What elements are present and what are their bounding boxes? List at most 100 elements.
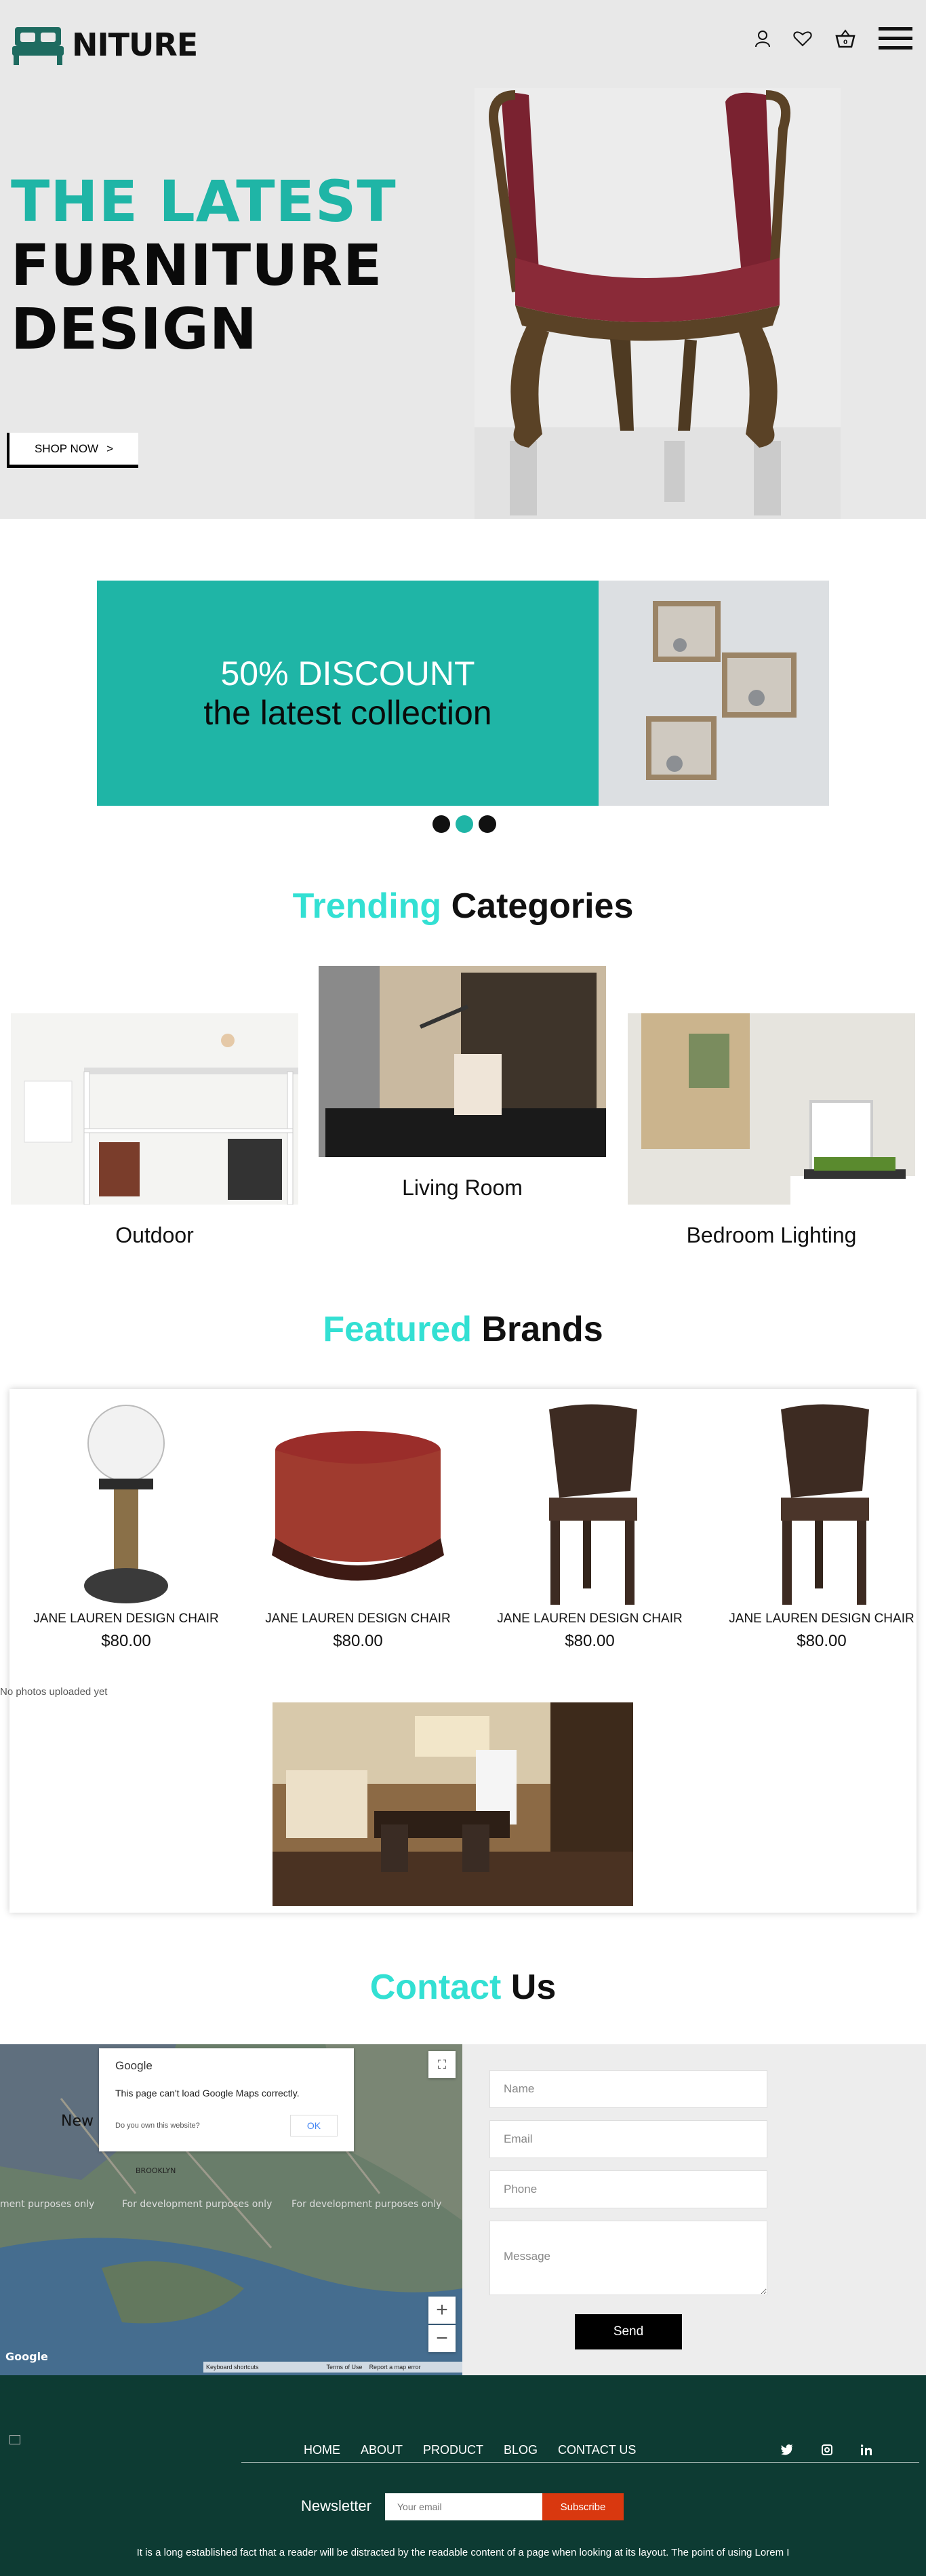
footer-nav-home[interactable]: HOME (304, 2443, 340, 2457)
no-photos-text: No photos uploaded yet (0, 1686, 108, 1698)
linkedin-icon[interactable] (861, 2444, 872, 2455)
product-price: $80.00 (101, 1632, 151, 1650)
hero-section: NITURE 0 THE LATEST FURNITURE DESIGN SHO… (0, 0, 926, 519)
shop-now-label: SHOP NOW (34, 442, 99, 455)
category-image-outdoor (11, 1013, 302, 1205)
map-error-dialog: Google This page can't load Google Maps … (99, 2048, 354, 2151)
map-ok-button[interactable]: OK (290, 2115, 338, 2136)
product-image (24, 1403, 228, 1606)
globe-lamp-image (84, 1405, 168, 1603)
twitter-icon[interactable] (781, 2444, 793, 2455)
bed-icon (12, 27, 64, 65)
phone-field[interactable] (489, 2170, 767, 2208)
footer-nav-contact[interactable]: CONTACT US (558, 2443, 636, 2457)
footer: HOME ABOUT PRODUCT BLOG CONTACT US Newsl… (0, 2375, 926, 2576)
logo[interactable]: NITURE (12, 23, 198, 66)
newsletter-email-input[interactable] (385, 2493, 542, 2520)
featured-heading-accent: Featured (323, 1310, 472, 1349)
wooden-chair-image (781, 1404, 869, 1605)
user-icon[interactable] (755, 30, 770, 47)
svg-text:Google: Google (5, 2350, 48, 2363)
own-website-link[interactable]: Do you own this website? (115, 2122, 200, 2130)
fullscreen-icon[interactable]: ⛶ (428, 2051, 456, 2078)
carousel-dots (432, 815, 496, 833)
menu-icon[interactable] (879, 27, 912, 50)
product-image (256, 1403, 460, 1606)
wall-shelves-image (599, 581, 829, 806)
product-name: JANE LAUREN DESIGN CHAIR (729, 1612, 914, 1626)
product-price: $80.00 (565, 1632, 615, 1650)
svg-text:ment purposes only: ment purposes only (0, 2199, 94, 2210)
send-button[interactable]: Send (575, 2314, 682, 2349)
footer-nav-about[interactable]: ABOUT (361, 2443, 403, 2457)
email-field[interactable] (489, 2120, 767, 2158)
hero-title-line1: THE LATEST (11, 168, 397, 235)
name-field[interactable] (489, 2070, 767, 2108)
terms-link[interactable]: Terms of Use (327, 2364, 363, 2370)
zoom-out-button[interactable]: − (428, 2325, 456, 2352)
carousel-dot[interactable] (432, 815, 450, 833)
category-card-living-room[interactable]: Living Room (319, 966, 606, 1201)
category-label: Bedroom Lighting (686, 1223, 857, 1247)
category-label: Living Room (402, 1175, 523, 1200)
contact-heading-accent: Contact (369, 1968, 502, 2007)
map-footer: Keyboard shortcuts Terms of Use Report a… (203, 2362, 462, 2373)
trending-heading-rest: Categories (451, 886, 634, 926)
contact-heading-rest: Us (510, 1968, 557, 2007)
carousel-dot[interactable] (479, 815, 496, 833)
trending-heading-accent: Trending (292, 886, 442, 926)
footer-nav-product[interactable]: PRODUCT (423, 2443, 483, 2457)
message-field[interactable] (489, 2221, 767, 2295)
product-image (488, 1403, 691, 1606)
report-map-error-link[interactable]: Report a map error (369, 2364, 421, 2370)
discount-banner[interactable]: 50% DISCOUNT the latest collection (97, 581, 829, 806)
product-card[interactable]: JANE LAUREN DESIGN CHAIR $80.00 (488, 1403, 691, 1651)
discount-headline: 50% DISCOUNT (220, 655, 475, 692)
product-name: JANE LAUREN DESIGN CHAIR (33, 1612, 219, 1626)
map-error-message: This page can't load Google Maps correct… (115, 2088, 300, 2099)
product-price: $80.00 (797, 1632, 847, 1650)
broken-image-icon (9, 2435, 20, 2444)
product-name: JANE LAUREN DESIGN CHAIR (265, 1612, 451, 1626)
heart-icon[interactable] (793, 31, 812, 47)
product-image (720, 1403, 923, 1606)
header-icons: 0 (755, 27, 912, 50)
cart-icon[interactable]: 0 (835, 29, 855, 48)
svg-text:0: 0 (843, 39, 847, 46)
footer-nav-blog[interactable]: BLOG (504, 2443, 538, 2457)
shop-now-button[interactable]: SHOP NOW > (7, 433, 138, 468)
product-name: JANE LAUREN DESIGN CHAIR (497, 1612, 683, 1626)
contact-heading: Contact Us (0, 1967, 926, 2008)
product-price: $80.00 (333, 1632, 383, 1650)
map-dev-text: For development purposes only (122, 2199, 272, 2210)
category-image-bedroom-lighting (628, 1013, 915, 1205)
svg-text:New: New (61, 2113, 94, 2130)
product-card[interactable]: JANE LAUREN DESIGN CHAIR $80.00 (24, 1403, 228, 1651)
discount-subline: the latest collection (203, 694, 492, 732)
category-label: Outdoor (115, 1223, 194, 1247)
instagram-icon[interactable] (822, 2444, 832, 2455)
category-card-outdoor[interactable]: Outdoor (11, 1013, 302, 1248)
logo-text: NITURE (72, 26, 198, 63)
wooden-chair-image (549, 1404, 637, 1605)
product-card[interactable]: JANE LAUREN DESIGN CHAIR $80.00 (720, 1403, 923, 1651)
keyboard-shortcuts-link[interactable]: Keyboard shortcuts (206, 2364, 259, 2370)
product-card[interactable]: JANE LAUREN DESIGN CHAIR $80.00 (256, 1403, 460, 1651)
footer-divider (241, 2462, 919, 2463)
featured-heading-rest: Brands (481, 1310, 603, 1349)
trending-heading: Trending Categories (0, 886, 926, 926)
newsletter-label: Newsletter (301, 2497, 371, 2514)
hero-title: THE LATEST FURNITURE DESIGN (11, 170, 397, 361)
hero-chair-image (475, 88, 841, 519)
hero-title-line2: FURNITURE (11, 232, 383, 298)
zoom-in-button[interactable]: + (428, 2297, 456, 2324)
carousel-dot-active[interactable] (456, 815, 473, 833)
footer-description: It is a long established fact that a rea… (136, 2547, 790, 2558)
hero-title-line3: DESIGN (11, 296, 258, 362)
subscribe-button[interactable]: Subscribe (542, 2493, 624, 2520)
discount-banner-text: 50% DISCOUNT the latest collection (97, 581, 599, 806)
svg-text:BROOKLYN: BROOKLYN (136, 2166, 176, 2175)
category-image-living-room (319, 966, 606, 1157)
dining-room-image (273, 1702, 633, 1906)
category-card-bedroom-lighting[interactable]: Bedroom Lighting (628, 1013, 915, 1248)
